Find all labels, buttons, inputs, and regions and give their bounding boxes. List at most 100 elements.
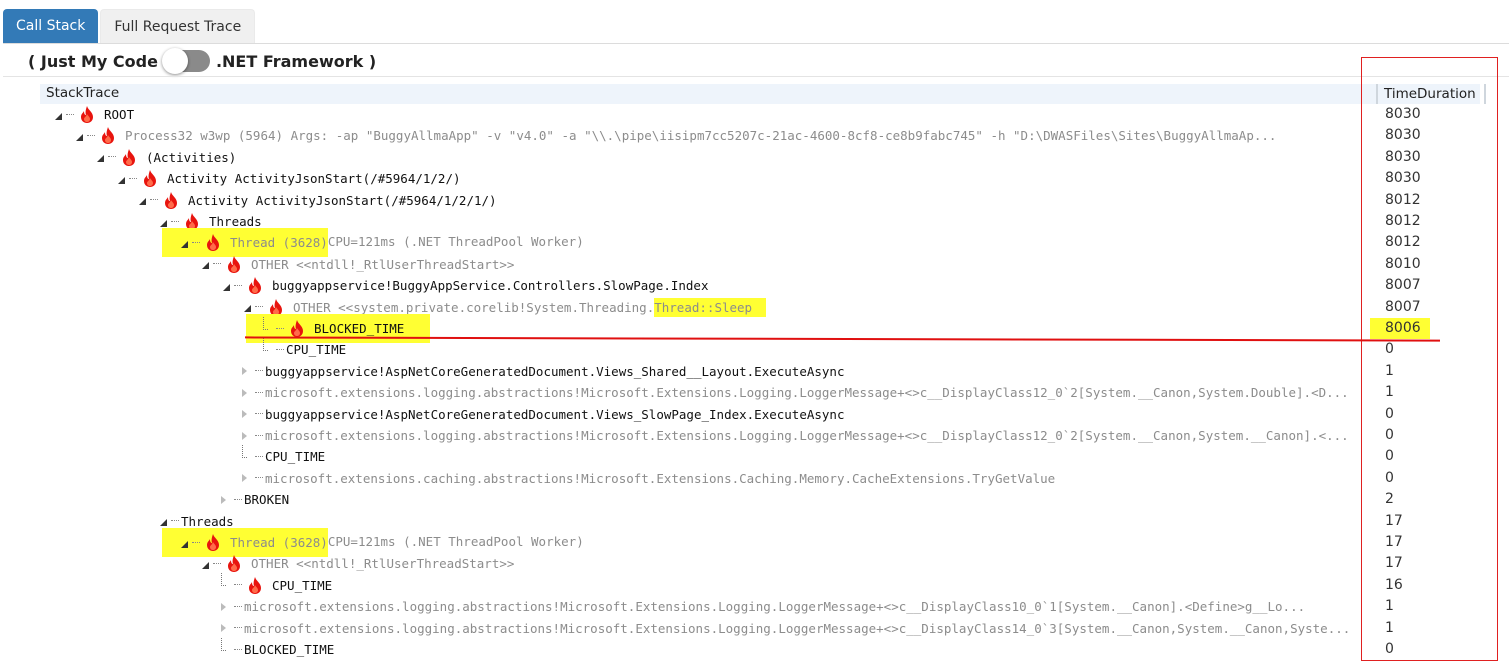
collapse-toggle-icon[interactable] (199, 256, 213, 272)
tree-row[interactable]: CPU_TIME 0 (0, 444, 1509, 467)
expand-toggle-icon[interactable] (241, 385, 255, 401)
tree-node: CPU_TIME (241, 444, 325, 467)
column-header-stacktrace[interactable]: StackTrace (46, 85, 119, 101)
collapse-toggle-icon[interactable] (157, 513, 171, 529)
node-label: Activity ActivityJsonStart(/#5964/1/2/) (167, 171, 461, 187)
collapse-toggle-icon[interactable] (73, 128, 87, 144)
time-duration-annotation-box (1361, 57, 1498, 661)
expand-toggle-icon[interactable] (241, 406, 255, 422)
toggle-knob (161, 48, 188, 74)
tree-row[interactable]: ROOT 8030 (0, 104, 1509, 125)
tree-connector (255, 455, 263, 458)
tree-connector (234, 627, 242, 629)
tree-node: microsoft.extensions.logging.abstraction… (220, 618, 1350, 639)
tree-row[interactable]: buggyappservice!BuggyAppService.Controll… (0, 275, 1509, 296)
hot-path-flame-icon (227, 555, 241, 573)
net-framework-label: .NET Framework ) (215, 51, 377, 71)
tree-row[interactable]: microsoft.extensions.logging.abstraction… (0, 618, 1509, 639)
hot-path-flame-icon (80, 106, 94, 123)
tree-connector (234, 498, 242, 501)
tree-connector (255, 413, 263, 415)
collapse-toggle-icon[interactable] (178, 535, 192, 551)
just-my-code-label: ( Just My Code (28, 51, 158, 71)
collapse-toggle-icon[interactable] (52, 107, 66, 123)
tree-row[interactable]: OTHER <<ntdll!_RtlUserThreadStart>> 8010 (0, 254, 1509, 275)
tree-leaf-connector-icon (262, 337, 276, 358)
tree-row[interactable]: microsoft.extensions.logging.abstraction… (0, 596, 1509, 617)
expand-toggle-icon[interactable] (241, 470, 255, 486)
node-label: CPU_TIME (272, 577, 333, 593)
tree-row[interactable]: BROKEN 2 (0, 489, 1509, 510)
tree-row[interactable]: Activity ActivityJsonStart(/#5964/1/2/1/… (0, 190, 1509, 211)
tree-row[interactable]: microsoft.extensions.logging.abstraction… (0, 425, 1509, 446)
tree-row[interactable]: OTHER <<ntdll!_RtlUserThreadStart>> 17 (0, 553, 1509, 574)
tree-node: microsoft.extensions.logging.abstraction… (220, 596, 1305, 617)
tree-row[interactable]: BLOCKED_TIME 8006 (0, 314, 1509, 343)
hot-path-flame-icon (164, 191, 178, 209)
tree-row[interactable]: Thread (3628) CPU=121ms (.NET ThreadPool… (0, 228, 1509, 258)
expand-toggle-icon[interactable] (241, 363, 255, 379)
node-label: Threads (209, 214, 262, 229)
collapse-toggle-icon[interactable] (94, 149, 108, 165)
collapse-toggle-icon[interactable] (157, 214, 171, 230)
tree-node: microsoft.extensions.logging.abstraction… (241, 382, 1349, 403)
node-label-detail: CPU=121ms (.NET ThreadPool Worker) (327, 534, 584, 549)
tree-connector (66, 113, 74, 116)
tree-node: BLOCKED_TIME (220, 637, 334, 660)
tree-node: Activity ActivityJsonStart(/#5964/1/2/) (115, 168, 461, 189)
tab-full-request-trace[interactable]: Full Request Trace (100, 9, 256, 43)
collapse-toggle-icon[interactable] (136, 192, 150, 208)
tree-row[interactable]: Process32 w3wp (5964) Args: -ap "BuggyAl… (0, 125, 1509, 146)
node-label-detail: Thread::Sleep (654, 297, 767, 317)
tree-node: OTHER <<ntdll!_RtlUserThreadStart>> (199, 254, 514, 275)
tree-connector (87, 134, 95, 137)
tree-node: Activity ActivityJsonStart(/#5964/1/2/1/… (136, 190, 497, 211)
node-label: OTHER <<ntdll!_RtlUserThreadStart>> (251, 556, 515, 572)
node-label: OTHER <<system.private.corelib!System.Th… (293, 299, 655, 315)
hot-path-flame-icon (206, 234, 220, 252)
tree-row[interactable]: BLOCKED_TIME 0 (0, 637, 1509, 660)
expand-toggle-icon[interactable] (220, 620, 234, 636)
tree-row[interactable]: Activity ActivityJsonStart(/#5964/1/2/) 8… (0, 168, 1509, 189)
collapse-toggle-icon[interactable] (178, 235, 192, 251)
tree-connector (234, 605, 242, 608)
tree-row[interactable]: (Activities) 8030 (0, 147, 1509, 168)
expand-toggle-icon[interactable] (220, 599, 234, 615)
collapse-toggle-icon[interactable] (199, 556, 213, 572)
tree-node: microsoft.extensions.logging.abstraction… (241, 425, 1349, 446)
tree-row[interactable]: CPU_TIME 16 (0, 573, 1509, 596)
tab-call-stack[interactable]: Call Stack (3, 9, 99, 43)
tree-node: microsoft.extensions.caching.abstraction… (241, 468, 1055, 489)
node-label: BLOCKED_TIME (314, 321, 405, 336)
tree-row[interactable]: microsoft.extensions.logging.abstraction… (0, 382, 1509, 403)
just-my-code-toggle[interactable] (161, 48, 210, 74)
collapse-toggle-icon[interactable] (241, 299, 255, 315)
tree-row[interactable]: CPU_TIME 0 (0, 337, 1509, 360)
collapse-toggle-icon[interactable] (115, 171, 129, 187)
tree-row[interactable]: Thread (3628) CPU=121ms (.NET ThreadPool… (0, 528, 1509, 557)
expand-toggle-icon[interactable] (220, 492, 234, 508)
tree-node: CPU_TIME (262, 337, 346, 360)
node-label: buggyappservice!AspNetCoreGeneratedDocum… (265, 406, 845, 422)
tree-connector (213, 263, 221, 265)
node-label: BROKEN (244, 492, 290, 508)
tree-row[interactable]: buggyappservice!AspNetCoreGeneratedDocum… (0, 361, 1509, 382)
tree-node: buggyappservice!AspNetCoreGeneratedDocum… (241, 361, 844, 382)
tree-connector (213, 562, 221, 565)
tree-connector (129, 177, 137, 180)
tree-connector (255, 391, 263, 394)
tree-node: Process32 w3wp (5964) Args: -ap "BuggyAl… (73, 125, 1276, 146)
collapse-toggle-icon[interactable] (220, 278, 234, 294)
tree-connector (234, 584, 242, 586)
tree-row[interactable]: microsoft.extensions.caching.abstraction… (0, 468, 1509, 489)
hot-path-flame-icon (122, 148, 136, 166)
tree-connector (234, 284, 242, 287)
tree-row[interactable]: buggyappservice!AspNetCoreGeneratedDocum… (0, 404, 1509, 425)
expand-toggle-icon[interactable] (241, 428, 255, 444)
node-label: buggyappservice!BuggyAppService.Controll… (272, 278, 709, 294)
tree-connector (171, 520, 179, 522)
tree-row[interactable]: OTHER <<system.private.corelib!System.Th… (0, 297, 1509, 318)
hot-path-flame-icon (227, 255, 241, 273)
node-label: microsoft.extensions.logging.abstraction… (265, 385, 1349, 401)
tree-leaf-connector-icon (220, 637, 234, 658)
